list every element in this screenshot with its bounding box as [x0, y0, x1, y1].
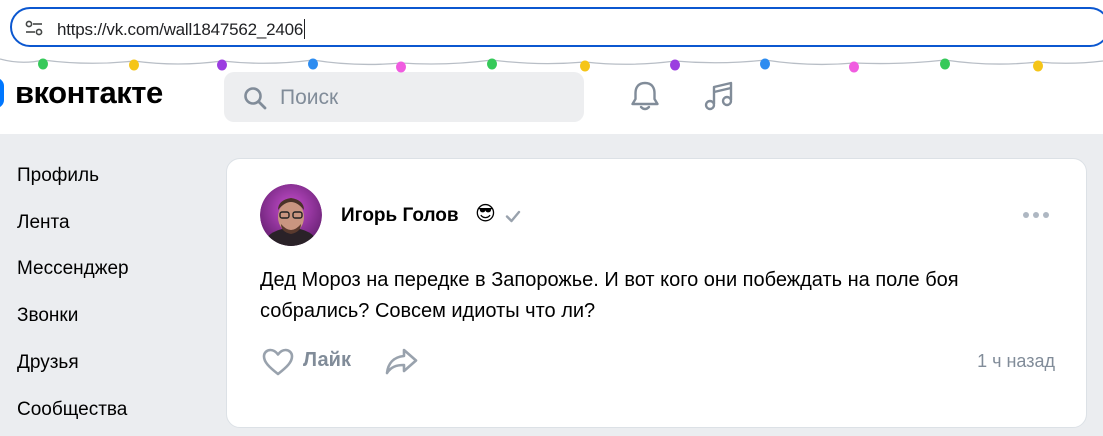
bell-icon[interactable] — [627, 78, 663, 114]
post-timestamp[interactable]: 1 ч назад — [977, 351, 1055, 372]
like-button[interactable]: Лайк — [303, 349, 351, 372]
sunglasses-emoji-icon: 😎 — [475, 203, 496, 225]
sidebar-item-feed[interactable]: Лента — [17, 212, 70, 234]
post-text: Дед Мороз на передке в Запорожье. И вот … — [260, 269, 959, 322]
garland-decoration — [0, 58, 1103, 73]
vk-logo-text[interactable]: вконтакте — [15, 75, 163, 111]
browser-toolbar: https://vk.com/wall1847562_2406 — [0, 0, 1103, 58]
sidebar-item-calls[interactable]: Звонки — [17, 305, 78, 327]
sidebar-item-messenger[interactable]: Мессенджер — [17, 258, 129, 280]
search-input[interactable]: Поиск — [224, 72, 584, 122]
text-caret — [304, 19, 306, 39]
sidebar-item-profile[interactable]: Профиль — [17, 165, 99, 187]
heart-icon[interactable] — [261, 347, 295, 377]
post-author-name[interactable]: Игорь Голов — [341, 205, 459, 227]
checkmark-icon — [505, 210, 521, 223]
address-bar-url[interactable]: https://vk.com/wall1847562_2406 — [57, 19, 306, 40]
garland-lights — [38, 58, 1043, 73]
search-placeholder: Поиск — [280, 86, 339, 109]
address-bar[interactable]: https://vk.com/wall1847562_2406 — [10, 7, 1103, 47]
sidebar-item-friends[interactable]: Друзья — [17, 352, 79, 374]
sidebar-item-communities[interactable]: Сообщества — [17, 399, 127, 421]
vk-logo-icon[interactable] — [0, 78, 4, 108]
music-note-icon[interactable] — [701, 78, 737, 114]
avatar[interactable] — [260, 184, 322, 246]
url-value: https://vk.com/wall1847562_2406 — [57, 20, 304, 39]
post-card: Игорь Голов 😎 Дед Мороз на передке в Зап… — [226, 158, 1087, 428]
share-icon[interactable] — [384, 345, 420, 377]
search-icon — [244, 87, 267, 110]
tune-icon[interactable] — [25, 20, 43, 36]
more-options-icon[interactable] — [1022, 209, 1050, 221]
